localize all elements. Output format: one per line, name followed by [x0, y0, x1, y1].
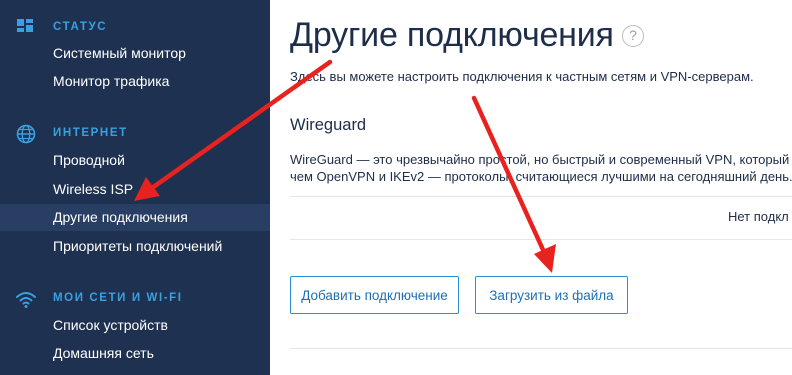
help-icon[interactable]: ?	[622, 25, 644, 47]
sidebar-item-other-connections[interactable]: Другие подключения	[0, 204, 270, 231]
divider	[290, 196, 792, 197]
sidebar-item-traffic-monitor[interactable]: Монитор трафика	[0, 68, 270, 95]
page-intro: Здесь вы можете настроить подключения к …	[290, 69, 754, 84]
sidebar-item-label: Монитор трафика	[53, 73, 170, 89]
wireguard-description-line: чем OpenVPN и IKEv2 — протоколы, считающ…	[290, 169, 792, 184]
wireguard-description: WireGuard — это чрезвычайно простой, но …	[290, 151, 792, 185]
section-networks-wifi: МОИ СЕТИ И WI-FI	[0, 287, 270, 311]
section-label: ИНТЕРНЕТ	[53, 127, 128, 139]
page-title: Другие подключения	[290, 16, 614, 54]
divider	[290, 239, 792, 240]
main-content: Другие подключения ? Здесь вы можете нас…	[270, 0, 792, 375]
wifi-icon	[16, 292, 36, 308]
section-internet: ИНТЕРНЕТ	[0, 122, 270, 146]
empty-connections-text: Нет подкл	[728, 209, 789, 224]
sidebar-item-home-network[interactable]: Домашняя сеть	[0, 340, 270, 367]
sidebar-item-label: Другие подключения	[53, 209, 188, 225]
sidebar: СТАТУС Системный монитор Монитор трафика…	[0, 0, 270, 375]
sidebar-item-wireless-isp[interactable]: Wireless ISP	[0, 176, 270, 203]
globe-icon	[16, 124, 36, 144]
add-connection-button[interactable]: Добавить подключение	[290, 276, 459, 314]
sidebar-item-label: Приоритеты подключений	[53, 238, 223, 254]
sidebar-item-label: Системный монитор	[53, 45, 186, 61]
dashboard-icon	[17, 19, 33, 32]
sidebar-item-system-monitor[interactable]: Системный монитор	[0, 40, 270, 67]
wireguard-section-title: Wireguard	[290, 116, 367, 134]
wireguard-description-line: WireGuard — это чрезвычайно простой, но …	[290, 152, 792, 167]
sidebar-item-label: Проводной	[53, 152, 125, 168]
sidebar-item-device-list[interactable]: Список устройств	[0, 312, 270, 339]
section-label: МОИ СЕТИ И WI-FI	[53, 292, 183, 304]
sidebar-item-connection-priorities[interactable]: Приоритеты подключений	[0, 233, 270, 260]
sidebar-item-label: Список устройств	[53, 317, 168, 333]
section-label: СТАТУС	[53, 21, 108, 33]
sidebar-item-label: Wireless ISP	[53, 181, 134, 197]
sidebar-item-label: Домашняя сеть	[53, 345, 154, 361]
section-status: СТАТУС	[0, 16, 270, 40]
divider	[290, 348, 792, 349]
sidebar-item-wired[interactable]: Проводной	[0, 147, 270, 174]
upload-from-file-button[interactable]: Загрузить из файла	[475, 276, 628, 314]
